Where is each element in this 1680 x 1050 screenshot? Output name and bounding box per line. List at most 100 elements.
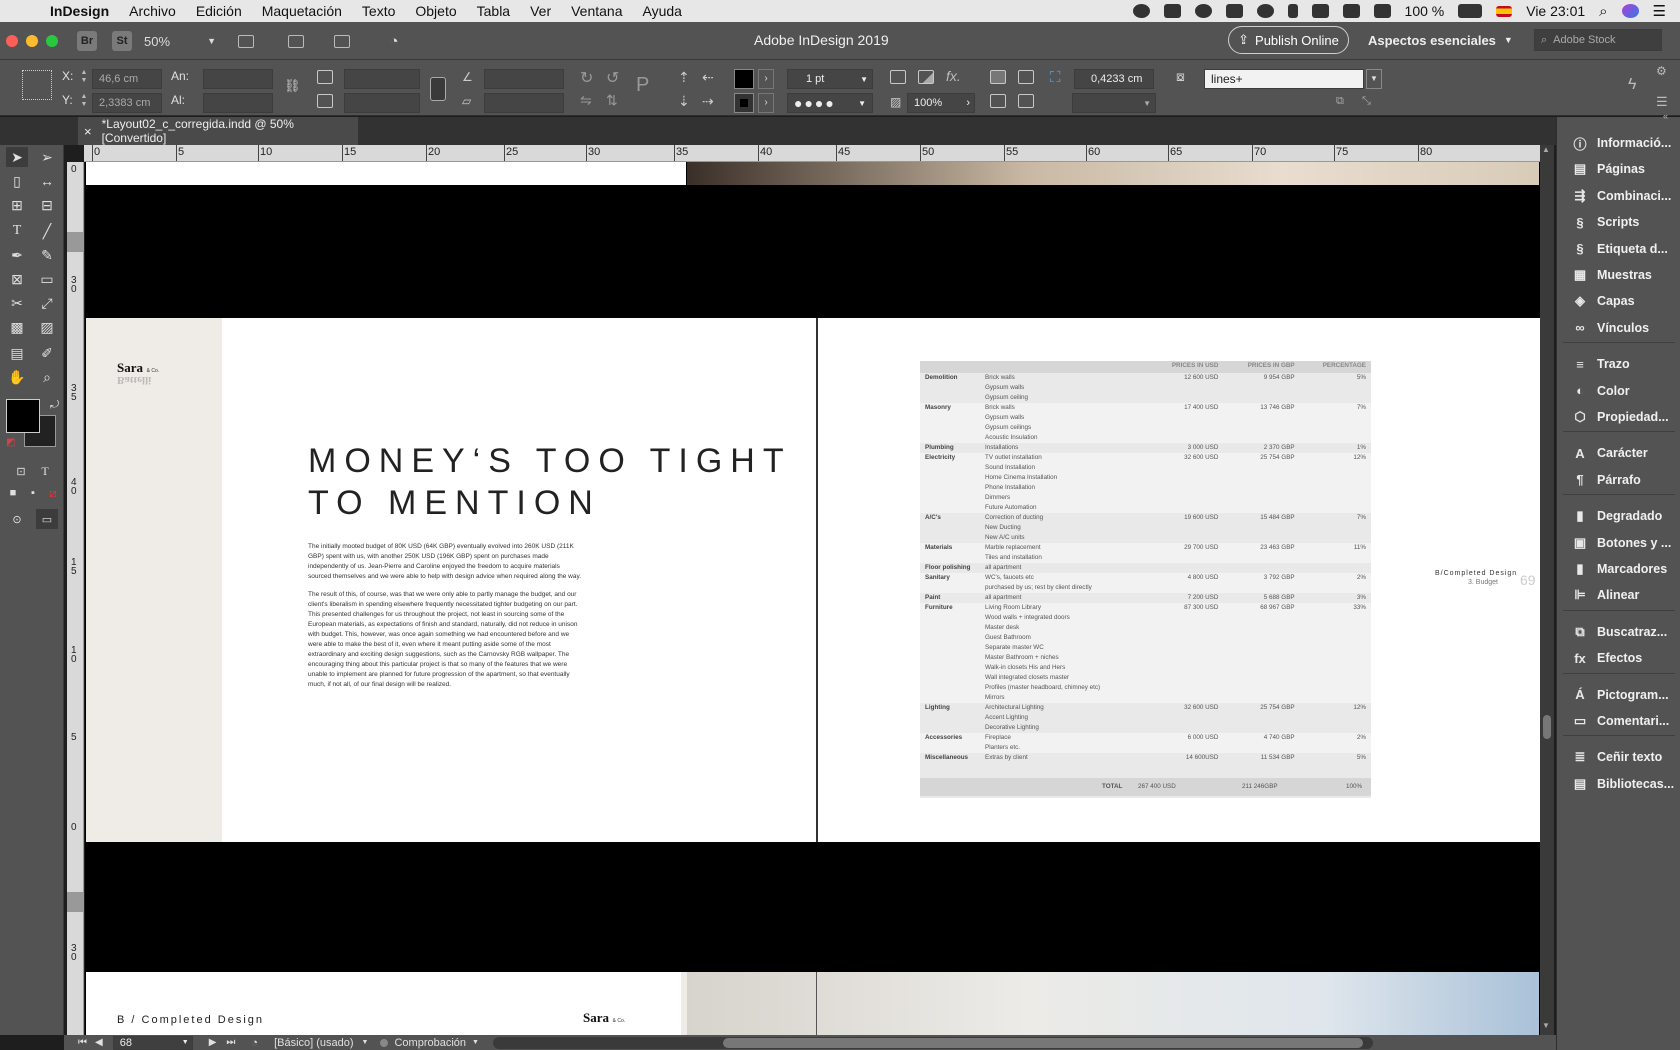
x-stepper[interactable]: ▲ ▼ [80, 69, 88, 85]
scrollbar-thumb[interactable] [1543, 715, 1551, 739]
formatting-text-icon[interactable]: T [34, 461, 56, 481]
apply-none-icon[interactable]: ⧄ [42, 483, 64, 503]
menu-ayuda[interactable]: Ayuda [643, 3, 682, 19]
panel-item-info[interactable]: ⓘ Informació... [1557, 129, 1680, 157]
rotate-cw-icon[interactable]: ↻ [580, 68, 593, 88]
rotate-field[interactable] [484, 69, 564, 89]
paragraph-direction-icon[interactable]: P [636, 74, 649, 97]
panel-item-bookmarks[interactable]: ▮ Marcadores [1557, 555, 1680, 583]
menu-tabla[interactable]: Tabla [477, 3, 510, 19]
reference-point-icon[interactable] [22, 70, 52, 100]
minimize-window-button[interactable] [26, 35, 38, 47]
page-tool-icon[interactable]: ▯ [6, 171, 28, 191]
input-source-flag-icon[interactable] [1496, 5, 1513, 17]
document-canvas[interactable]: Sara & Co. Battelli MONEY‘S TOO TIGHT TO… [85, 162, 1540, 1035]
hand-tool-icon[interactable]: ✋ [6, 367, 28, 387]
menu-app[interactable]: InDesign [50, 3, 109, 19]
default-colors-icon[interactable]: ◩ [6, 437, 15, 448]
panel-item-links[interactable]: ∞ Vínculos [1557, 314, 1680, 342]
last-page-icon[interactable]: ⏭ [226, 1037, 235, 1048]
page-number-field[interactable]: 68 ▼ [112, 1035, 193, 1050]
menu-objeto[interactable]: Objeto [415, 3, 456, 19]
volume-icon[interactable] [1342, 4, 1360, 18]
vertical-scrollbar[interactable]: ▲ ▼ [1540, 145, 1554, 1035]
opacity-field[interactable]: 100% › [907, 93, 975, 113]
collapse-panels-icon[interactable]: « [1663, 111, 1668, 121]
width-field[interactable] [203, 69, 273, 89]
stroke-arrow-icon[interactable]: › [758, 93, 774, 113]
direct-selection-tool-icon[interactable]: ➢ [36, 147, 58, 167]
panel-item-script-label[interactable]: § Etiqueta d... [1557, 235, 1680, 263]
x-position-field[interactable]: 46,6 cm [92, 69, 162, 89]
zoom-tool-icon[interactable]: ⌕ [36, 367, 58, 387]
gradient-swatch-tool-icon[interactable]: ▩ [6, 317, 28, 337]
time-machine-icon[interactable] [1256, 4, 1274, 18]
battery-icon[interactable] [1458, 4, 1483, 18]
line-tool-icon[interactable]: ╱ [36, 221, 58, 241]
panel-item-gradient[interactable]: ▮ Degradado [1557, 502, 1680, 530]
menu-edicion[interactable]: Edición [196, 3, 242, 19]
panel-item-merge[interactable]: ⇶ Combinaci... [1557, 182, 1680, 210]
gap-select[interactable]: ▼ [1072, 93, 1156, 113]
select-previous-icon[interactable]: ⇠ [702, 69, 714, 86]
swap-colors-icon[interactable]: ⤾ [50, 399, 59, 412]
scale-y-field[interactable] [344, 93, 420, 113]
close-tab-icon[interactable]: × [84, 124, 92, 139]
formatting-container-icon[interactable]: ⊡ [10, 461, 32, 481]
apple-icon[interactable] [18, 2, 36, 20]
panel-item-libraries[interactable]: ▤ Bibliotecas... [1557, 770, 1680, 798]
panel-item-comments[interactable]: ▭ Comentari... [1557, 707, 1680, 735]
stroke-swatch[interactable] [734, 93, 754, 113]
scale-x-field[interactable] [344, 69, 420, 89]
gap-tool-icon[interactable]: ↔ [36, 171, 58, 191]
panel-item-find[interactable]: ⧉ Buscatraz... [1557, 618, 1680, 646]
stroke-type-select[interactable]: ●●●● ▼ [787, 93, 873, 113]
select-container-icon[interactable]: ⇡ [678, 69, 690, 86]
menu-maquetacion[interactable]: Maquetación [262, 3, 342, 19]
menu-ventana[interactable]: Ventana [571, 3, 622, 19]
panel-item-align[interactable]: ⊫ Alinear [1557, 581, 1680, 609]
workspace-select[interactable]: Aspectos esenciales ▼ [1368, 29, 1518, 51]
next-page-icon[interactable]: ▶ [209, 1037, 217, 1048]
siri-icon[interactable] [1621, 4, 1639, 18]
bridge-button[interactable]: Br [77, 31, 97, 51]
text-wrap-icon[interactable] [990, 70, 1006, 84]
panel-item-stroke[interactable]: ≡ Trazo [1557, 350, 1680, 378]
flip-horizontal-icon[interactable]: ⇋ [580, 92, 592, 109]
preview-mode-icon[interactable]: ⊙ [6, 509, 28, 529]
airplay-icon[interactable] [1373, 4, 1391, 18]
view-options-icon[interactable] [236, 33, 256, 49]
publish-online-button[interactable]: ⇪ Publish Online [1228, 26, 1349, 54]
horizontal-scrollbar[interactable] [492, 1036, 1373, 1049]
rectangle-tool-icon[interactable]: ▭ [36, 269, 58, 289]
gpu-performance-icon[interactable]: ◔ [384, 32, 404, 50]
apply-color-icon[interactable]: ■ [2, 483, 24, 503]
type-tool-icon[interactable]: T [6, 221, 28, 241]
panel-item-swatches[interactable]: ▦ Muestras [1557, 261, 1680, 289]
constrain-proportions-icon[interactable]: ⛓ [284, 78, 301, 98]
eyedropper-tool-icon[interactable]: ✐ [36, 343, 58, 363]
panel-item-properties[interactable]: ⬡ Propiedad... [1557, 403, 1680, 431]
panel-item-color[interactable]: ◐ Color [1557, 377, 1680, 405]
apply-gradient-icon[interactable]: ▪ [22, 483, 44, 503]
zoom-level-select[interactable]: 50% ▼ [144, 31, 216, 51]
notification-center-icon[interactable]: ☰ [1653, 2, 1666, 20]
creative-cloud-icon[interactable] [1194, 4, 1212, 18]
fill-swatch[interactable] [734, 69, 754, 89]
panel-item-effects[interactable]: fx Efectos [1557, 644, 1680, 672]
quick-apply-icon[interactable]: ϟ [1628, 76, 1636, 94]
adobe-stock-search-input[interactable]: ⌕ Adobe Stock [1534, 29, 1662, 51]
select-content-icon[interactable]: ⇣ [678, 93, 690, 110]
shear-field[interactable] [484, 93, 564, 113]
pencil-tool-icon[interactable]: ✎ [36, 245, 58, 265]
zoom-window-button[interactable] [46, 35, 58, 47]
clear-overrides-icon[interactable]: ⧉ [1336, 95, 1344, 108]
pen-tool-icon[interactable]: ✒ [6, 245, 28, 265]
screen-mode-normal-icon[interactable]: ▭ [36, 509, 58, 529]
dropbox-icon[interactable] [1163, 4, 1181, 18]
panel-item-scripts[interactable]: § Scripts [1557, 208, 1680, 236]
menu-texto[interactable]: Texto [362, 3, 395, 19]
wrap-around-icon[interactable] [1018, 70, 1034, 84]
settings-gear-icon[interactable]: ⚙ [1656, 64, 1667, 78]
menu-archivo[interactable]: Archivo [129, 3, 176, 19]
